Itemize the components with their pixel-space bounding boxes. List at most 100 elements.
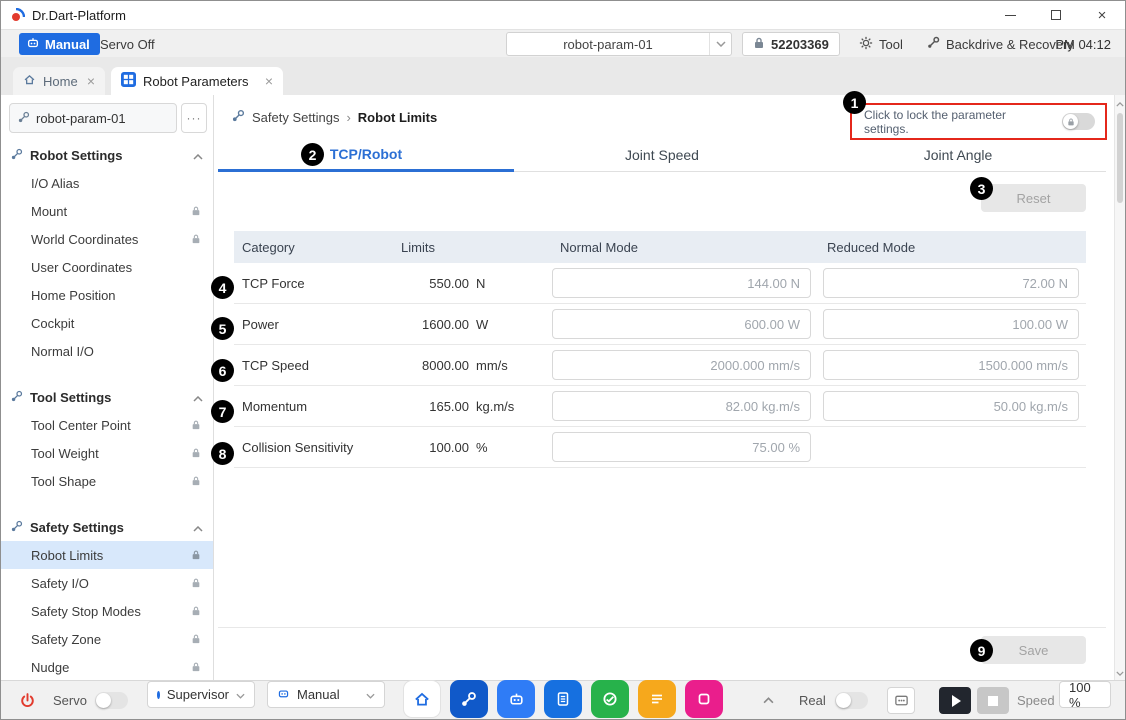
normal-mode-input[interactable] [552,350,811,380]
lock-parameters-toggle[interactable] [1062,113,1095,130]
servo-toggle[interactable] [95,681,128,720]
robot-mode-badge[interactable]: Manual [19,33,100,55]
lock-icon [191,448,201,458]
dock-task-list-app-icon[interactable] [638,680,676,718]
sidebar-item-tool-weight[interactable]: Tool Weight [1,439,213,467]
tool-button[interactable]: Tool [851,32,911,56]
stop-button[interactable] [977,687,1009,714]
window-title: Dr.Dart-Platform [32,8,126,23]
sidebar-item-label: I/O Alias [31,176,79,191]
sidebar-item-world-coordinates[interactable]: World Coordinates [1,225,213,253]
sidebar-item-user-coordinates[interactable]: User Coordinates [1,253,213,281]
sidebar-item-tool-center-point[interactable]: Tool Center Point [1,411,213,439]
reduced-mode-input[interactable] [823,268,1079,298]
normal-mode-input[interactable] [552,309,811,339]
dock-document-app-icon[interactable] [544,680,582,718]
real-mode-toggle[interactable] [835,681,868,720]
reduced-mode-input[interactable] [823,350,1079,380]
sidebar-param-name-box[interactable]: robot-param-01 [9,103,177,133]
chevron-up-icon[interactable] [193,390,203,405]
operation-mode-dropdown[interactable]: Manual [267,681,385,708]
chevron-up-icon[interactable] [193,148,203,163]
annotation-7: 7 [211,400,234,423]
normal-mode-input[interactable] [552,391,811,421]
sidebar-item-cockpit[interactable]: Cockpit [1,309,213,337]
sidebar-item-label: Normal I/O [31,344,94,359]
dock-robot-params-app-icon[interactable] [450,680,488,718]
sidebar-item-io-alias[interactable]: I/O Alias [1,169,213,197]
row-limit: 165.00kg.m/s [401,399,552,414]
section-tool-settings[interactable]: Tool Settings [1,383,213,411]
row-limit-unit: W [476,317,488,332]
sidebar-item-home-position[interactable]: Home Position [1,281,213,309]
simulator-panel-icon[interactable] [887,687,915,714]
save-button[interactable]: Save [981,636,1086,664]
vertical-scrollbar[interactable] [1114,95,1125,682]
sidebar-item-label: Tool Shape [31,474,96,489]
home-icon [23,73,36,89]
toolbar: Manual Servo Off robot-param-01 52203369… [1,29,1125,57]
normal-mode-input[interactable] [552,268,811,298]
scroll-up-icon[interactable] [1115,97,1125,111]
section-safety-settings[interactable]: Safety Settings [1,513,213,541]
row-category: TCP Force [234,276,401,291]
tab-robot-parameters-close-icon[interactable]: × [265,73,273,89]
tab-tcp-robot[interactable]: TCP/Robot [218,139,514,172]
sidebar-item-label: Safety I/O [31,576,89,591]
normal-mode-input[interactable] [552,432,811,462]
dock-robot-app-icon[interactable] [497,680,535,718]
sidebar-item-safety-io[interactable]: Safety I/O [1,569,213,597]
section-icon [11,520,23,535]
real-mode-label: Real [799,681,826,720]
breadcrumb-icon [232,109,245,125]
lock-parameters-callout: Click to lock the parameter settings. [850,103,1107,140]
minimize-button[interactable] [987,1,1033,29]
tab-home[interactable]: Home × [13,67,105,95]
role-dropdown[interactable]: Supervisor [147,681,255,708]
dock-home-app-icon[interactable] [403,680,441,718]
play-button[interactable] [939,687,971,714]
section-robot-settings[interactable]: Robot Settings [1,141,213,169]
sidebar-item-robot-limits[interactable]: Robot Limits [1,541,213,569]
dock-monitoring-app-icon[interactable] [591,680,629,718]
tool-button-label: Tool [879,37,903,52]
tab-robot-parameters[interactable]: Robot Parameters × [111,67,283,95]
header-limits: Limits [401,240,552,255]
reset-button[interactable]: Reset [981,184,1086,212]
servo-label: Servo [53,681,87,720]
sidebar-item-tool-shape[interactable]: Tool Shape [1,467,213,495]
sidebar-item-nudge[interactable]: Nudge [1,653,213,681]
power-icon[interactable] [19,681,36,720]
scroll-down-icon[interactable] [1115,666,1125,680]
sidebar-item-label: Mount [31,204,67,219]
table-row-tcp-force: TCP Force 550.00N [234,263,1086,304]
breadcrumb-separator: › [346,110,350,125]
reduced-mode-input[interactable] [823,309,1079,339]
dock-store-app-icon[interactable] [685,680,723,718]
sidebar-item-safety-stop-modes[interactable]: Safety Stop Modes [1,597,213,625]
tab-joint-angle[interactable]: Joint Angle [810,139,1106,171]
row-limit-value: 165.00 [401,399,469,414]
sidebar-more-button[interactable]: ··· [181,103,207,133]
sidebar-item-mount[interactable]: Mount [1,197,213,225]
annotation-4: 4 [211,276,234,299]
sidebar-item-safety-zone[interactable]: Safety Zone [1,625,213,653]
tab-home-close-icon[interactable]: × [87,73,95,89]
dock-collapse-chevron-icon[interactable] [763,681,774,720]
param-select-dropdown[interactable]: robot-param-01 [506,32,732,56]
tab-joint-speed[interactable]: Joint Speed [514,139,810,171]
row-limit: 550.00N [401,276,552,291]
reduced-mode-input[interactable] [823,391,1079,421]
chevron-down-icon [709,33,731,55]
speed-value-badge[interactable]: 100 % [1059,681,1111,708]
close-button[interactable]: × [1079,1,1125,29]
robot-serial-value: 52203369 [771,37,829,52]
robot-icon [277,687,290,703]
maximize-button[interactable] [1033,1,1079,29]
speed-label: Speed [1017,681,1055,720]
breadcrumb-parent[interactable]: Safety Settings [252,110,339,125]
chevron-up-icon[interactable] [193,520,203,535]
sidebar-item-normal-io[interactable]: Normal I/O [1,337,213,365]
row-limit-value: 1600.00 [401,317,469,332]
scrollbar-thumb[interactable] [1117,113,1123,203]
